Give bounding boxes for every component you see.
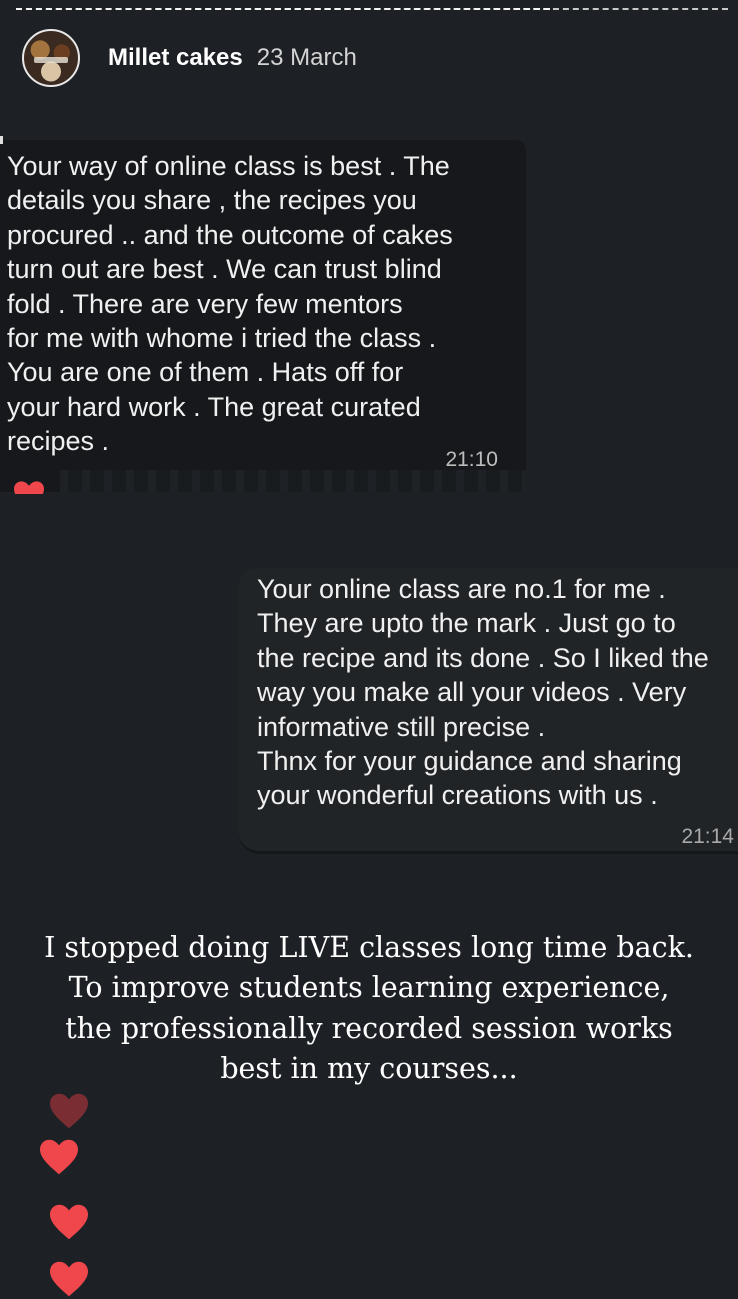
heart-icon [38,1138,80,1176]
heart-icon [48,1092,90,1130]
message-text: Your online class are no.1 for me . They… [257,574,709,811]
story-header: Millet cakes 23 March [22,27,357,89]
heart-icon [48,1203,90,1241]
username[interactable]: Millet cakes [108,44,243,72]
story-progress-seen [16,8,550,10]
message-time: 21:14 [681,825,734,848]
message-bubble-outgoing: Your online class are no.1 for me . They… [238,568,738,854]
story-caption: I stopped doing LIVE classes long time b… [44,931,694,1085]
story-date: 23 March [256,44,357,71]
avatar[interactable] [22,29,80,87]
story-progress-bar [16,8,728,10]
heart-icon [48,1260,90,1298]
heart-icon [12,480,46,494]
message-bubble-incoming: Your way of online class is best . The d… [0,136,526,492]
chat-wallpaper-pattern [60,470,526,492]
message-text: Your way of online class is best . The d… [7,151,453,457]
